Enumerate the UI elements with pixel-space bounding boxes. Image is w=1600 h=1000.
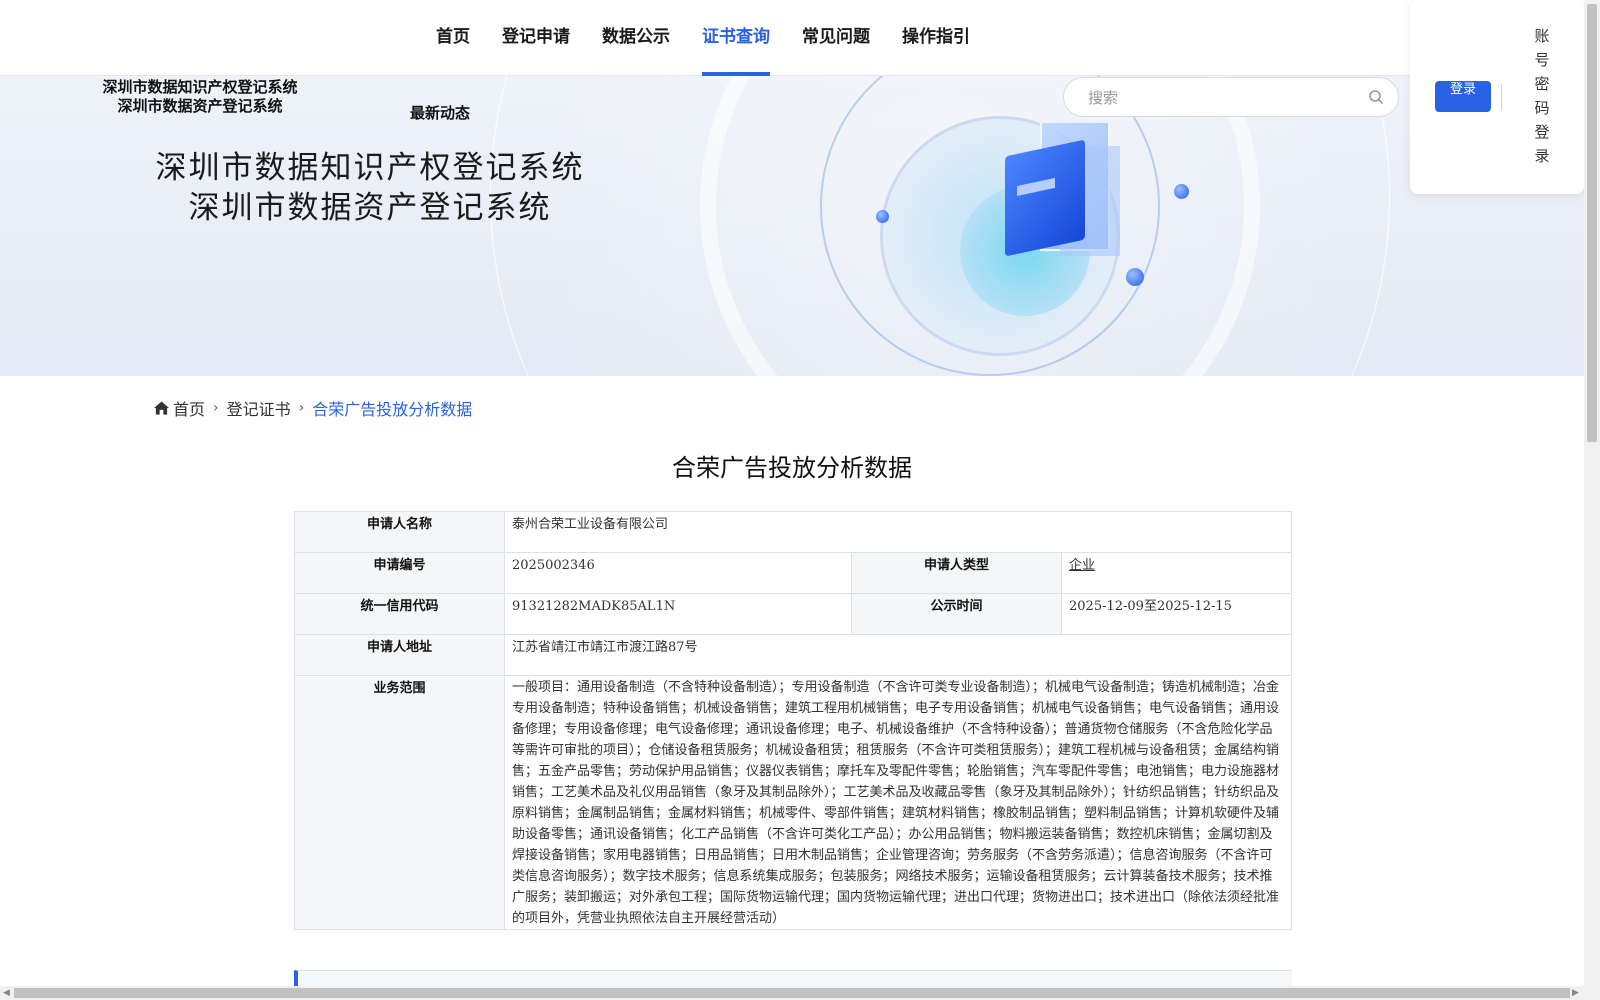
field-label: 统一信用代码 xyxy=(294,593,505,635)
field-label: 业务范围 xyxy=(294,675,505,930)
application-no-value: 2025002346 xyxy=(504,552,852,594)
publicity-period-value: 2025-12-09至2025-12-15 xyxy=(1061,593,1292,635)
field-label: 申请编号 xyxy=(294,552,505,594)
horizontal-scrollbar[interactable]: ◀ ▶ xyxy=(0,986,1584,1000)
breadcrumb-certificates[interactable]: 登记证书 xyxy=(227,396,291,420)
field-label: 申请人类型 xyxy=(851,552,1062,594)
table-row: 业务范围 一般项目：通用设备制造（不含特种设备制造）；专用设备制造（不含许可类专… xyxy=(294,675,1292,930)
banner-dot xyxy=(1174,184,1189,199)
applicant-name-value: 泰州合荣工业设备有限公司 xyxy=(504,511,1292,553)
system-name: 深圳市数据知识产权登记系统 xyxy=(102,78,298,96)
banner-title: 深圳市数据知识产权登记系统 深圳市数据资产登记系统 xyxy=(120,148,620,228)
field-label: 申请人地址 xyxy=(294,634,505,676)
nav-item-guide[interactable]: 操作指引 xyxy=(886,0,986,76)
breadcrumb: 首页 › 登记证书 › 合荣广告投放分析数据 xyxy=(154,396,472,420)
news-link[interactable]: 最新动态 xyxy=(410,102,470,123)
credit-code-value: 91321282MADK85AL1N xyxy=(504,593,852,635)
table-row: 统一信用代码 91321282MADK85AL1N 公示时间 2025-12-0… xyxy=(294,593,1292,635)
top-header: 首页 登记申请 数据公示 证书查询 常见问题 操作指引 xyxy=(0,0,1584,76)
scrollbar-thumb[interactable] xyxy=(14,988,1570,998)
banner-title-line: 深圳市数据知识产权登记系统 xyxy=(155,150,585,186)
detail-table: 申请人名称 泰州合荣工业设备有限公司 申请编号 2025002346 申请人类型… xyxy=(294,511,1292,930)
scroll-left-icon[interactable]: ◀ xyxy=(3,986,10,1000)
login-button[interactable]: 登录 xyxy=(1435,81,1491,112)
certificate-illustration-icon xyxy=(1005,139,1085,257)
main-nav: 首页 登记申请 数据公示 证书查询 常见问题 操作指引 xyxy=(420,0,986,76)
applicant-type-text: 企业 xyxy=(1069,558,1096,573)
hero-banner: 深圳市数据知识产权登记系统 深圳市数据资产登记系统 xyxy=(0,76,1584,376)
password-login-link[interactable]: 账号密码登录 xyxy=(1532,24,1552,168)
banner-dot xyxy=(876,210,889,223)
table-row: 申请人名称 泰州合荣工业设备有限公司 xyxy=(294,511,1292,553)
scroll-right-icon[interactable]: ▶ xyxy=(1572,986,1579,1000)
nav-item-certificate-query[interactable]: 证书查询 xyxy=(686,0,786,76)
search-placeholder: 搜索 xyxy=(1088,89,1119,107)
nav-item-publicity[interactable]: 数据公示 xyxy=(586,0,686,76)
field-label: 申请人名称 xyxy=(294,511,505,553)
system-names: 深圳市数据知识产权登记系统 深圳市数据资产登记系统 xyxy=(90,78,310,116)
chevron-right-icon: › xyxy=(213,400,219,416)
search-input[interactable]: 搜索 xyxy=(1063,77,1399,117)
field-label: 公示时间 xyxy=(851,593,1062,635)
login-panel: 登录 账号密码登录 xyxy=(1410,0,1584,194)
nav-item-register[interactable]: 登记申请 xyxy=(486,0,586,76)
breadcrumb-home[interactable]: 首页 xyxy=(173,396,205,420)
divider xyxy=(1501,84,1502,110)
breadcrumb-current: 合荣广告投放分析数据 xyxy=(312,400,473,419)
page: 深圳市数据知识产权登记系统 深圳市数据资产登记系统 首页 登记申请 数据公示 证… xyxy=(0,0,1600,1000)
business-scope-value: 一般项目：通用设备制造（不含特种设备制造）；专用设备制造（不含许可类专业设备制造… xyxy=(504,675,1292,930)
page-title: 合荣广告投放分析数据 xyxy=(672,454,912,482)
home-icon xyxy=(154,401,169,415)
address-value: 江苏省靖江市靖江市渡江路87号 xyxy=(504,634,1292,676)
chevron-right-icon: › xyxy=(298,400,305,416)
nav-item-faq[interactable]: 常见问题 xyxy=(786,0,886,76)
table-row: 申请人地址 江苏省靖江市靖江市渡江路87号 xyxy=(294,634,1292,676)
search-icon[interactable] xyxy=(1368,89,1384,105)
vertical-scrollbar[interactable] xyxy=(1584,0,1600,1000)
scrollbar-thumb[interactable] xyxy=(1587,4,1597,442)
system-name: 深圳市数据资产登记系统 xyxy=(117,97,283,115)
table-row: 申请编号 2025002346 申请人类型 企业 xyxy=(294,552,1292,594)
nav-item-home[interactable]: 首页 xyxy=(420,0,486,76)
applicant-type-value: 企业 xyxy=(1061,552,1292,594)
banner-dot xyxy=(1126,268,1144,286)
banner-title-line: 深圳市数据资产登记系统 xyxy=(188,190,552,226)
